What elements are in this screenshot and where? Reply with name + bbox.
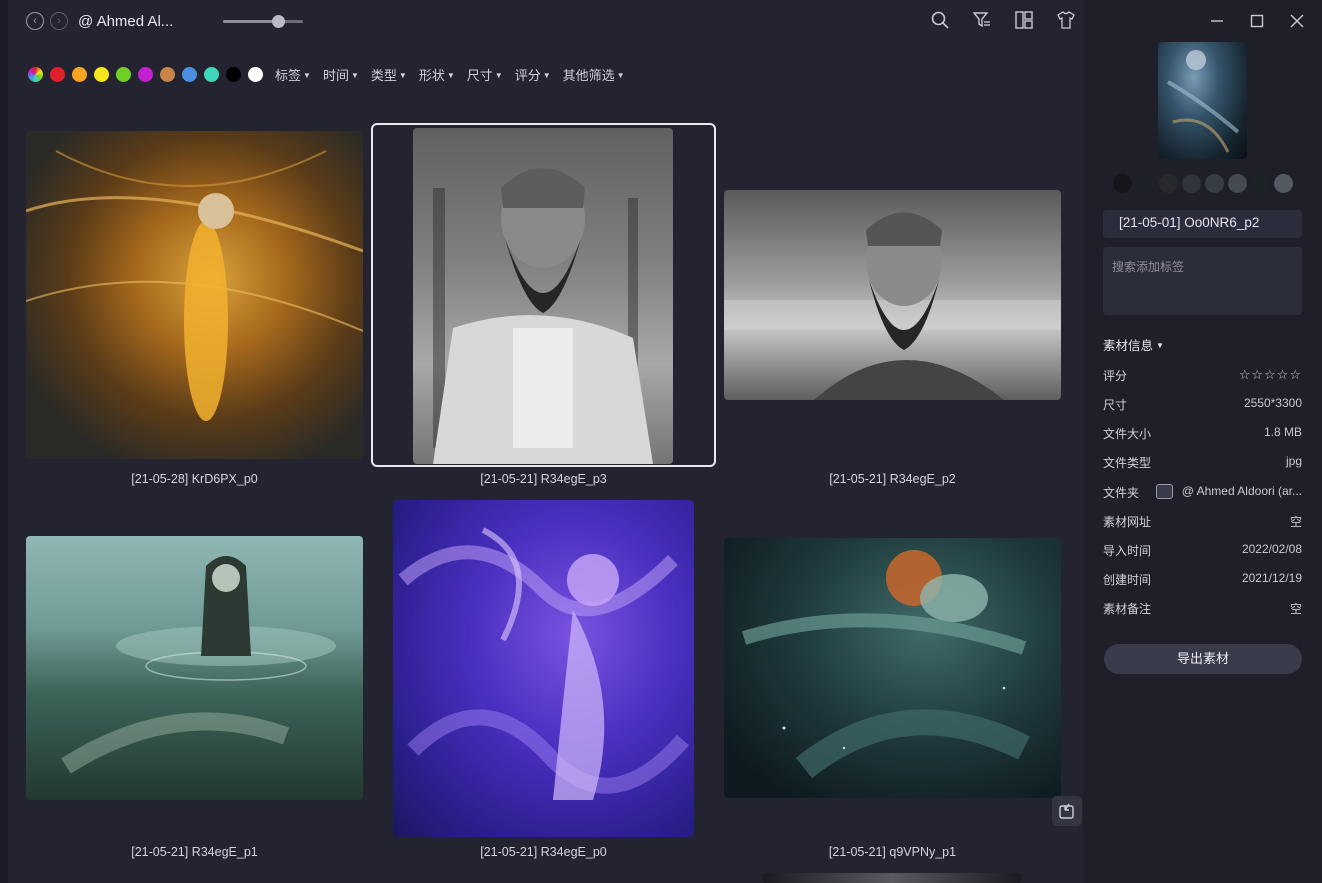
forward-button[interactable]: › xyxy=(50,12,68,30)
tag-search-field[interactable]: 搜索添加标签 xyxy=(1103,247,1302,315)
filter-bar: 标签 ▼ 时间 ▼ 类型 ▼ 形状 ▼ 尺寸 ▼ 评分 ▼ 其他筛选 ▼ xyxy=(28,64,632,84)
zoom-slider-knob[interactable] xyxy=(271,15,285,28)
top-bar: ‹ › @ Ahmed Al... xyxy=(26,8,1076,36)
rating-stars[interactable]: ☆☆☆☆☆ xyxy=(1239,367,1302,383)
export-button[interactable]: 导出素材 xyxy=(1104,644,1302,674)
palette-swatch[interactable] xyxy=(1205,174,1224,193)
folder-link[interactable]: @ Ahmed Aldoori (ar... xyxy=(1182,484,1302,498)
asset-name-field[interactable]: [21-05-01] Oo0NR6_p2 xyxy=(1103,210,1302,238)
search-icon[interactable] xyxy=(930,10,950,30)
shirt-icon[interactable] xyxy=(1056,10,1076,30)
white-color-swatch[interactable] xyxy=(248,66,263,82)
caption-item-5: [21-05-21] R34egE_p0 xyxy=(480,845,607,859)
filter-icon[interactable] xyxy=(972,10,992,30)
filter-type[interactable]: 类型 ▼ xyxy=(371,65,407,84)
info-row-size: 尺寸 2550*3300 xyxy=(1103,396,1302,412)
purple-color-swatch[interactable] xyxy=(138,66,153,82)
zoom-slider-fill xyxy=(223,20,279,23)
palette-swatch[interactable] xyxy=(1159,174,1178,193)
thumbnail-mermaid-underwater[interactable] xyxy=(724,538,1061,798)
maximize-icon[interactable] xyxy=(1248,12,1266,30)
thumbnail-octopus-woman[interactable] xyxy=(393,500,694,837)
main-area: ‹ › @ Ahmed Al... 标签 ▼ 时间 ▼ 类型 ▼ 形状 ▼ 尺寸… xyxy=(0,0,1083,883)
selected-preview-image xyxy=(1158,42,1247,159)
info-row-folder: 文件夹 @ Ahmed Aldoori (ar... xyxy=(1103,484,1302,500)
filter-size[interactable]: 尺寸 ▼ xyxy=(467,65,503,84)
zoom-slider[interactable] xyxy=(223,15,303,28)
info-row-import-time: 导入时间 2022/02/08 xyxy=(1103,542,1302,558)
red-color-swatch[interactable] xyxy=(50,66,65,82)
blue-color-swatch[interactable] xyxy=(182,66,197,82)
folder-title[interactable]: @ Ahmed Al... xyxy=(78,13,173,30)
palette-swatch[interactable] xyxy=(1113,174,1132,193)
caption-item-3: [21-05-21] R34egE_p2 xyxy=(829,472,956,486)
info-row-rating: 评分 ☆☆☆☆☆ xyxy=(1103,367,1302,383)
filter-time[interactable]: 时间 ▼ xyxy=(323,65,359,84)
filter-shape[interactable]: 形状 ▼ xyxy=(419,65,455,84)
thumbnail-partial-next-row[interactable] xyxy=(762,873,1022,883)
import-float-button[interactable] xyxy=(1052,796,1082,826)
palette-swatch[interactable] xyxy=(1136,174,1155,193)
filter-rating[interactable]: 评分 ▼ xyxy=(515,65,551,84)
thumbnail-bearded-man-sketch[interactable] xyxy=(413,128,673,464)
caption-item-1: [21-05-28] KrD6PX_p0 xyxy=(131,472,258,486)
inspector-panel: [21-05-01] Oo0NR6_p2 搜索添加标签 素材信息 ▼ 评分 ☆☆☆… xyxy=(1083,0,1322,883)
info-row-url: 素材网址 空 xyxy=(1103,515,1302,529)
import-icon xyxy=(1059,803,1074,819)
filter-other[interactable]: 其他筛选 ▼ xyxy=(563,65,625,84)
filter-tags[interactable]: 标签 ▼ xyxy=(275,65,311,84)
palette-swatch[interactable] xyxy=(1251,174,1270,193)
info-row-created-time: 创建时间 2021/12/19 xyxy=(1103,571,1302,587)
palette-swatch[interactable] xyxy=(1274,174,1293,193)
black-color-swatch[interactable] xyxy=(226,66,241,82)
info-section-toggle[interactable]: 素材信息 ▼ xyxy=(1103,335,1164,354)
info-row-filetype: 文件类型 jpg xyxy=(1103,454,1302,470)
green-color-swatch[interactable] xyxy=(116,66,131,82)
palette-swatch[interactable] xyxy=(1182,174,1201,193)
caption-item-4: [21-05-21] R34egE_p1 xyxy=(131,845,258,859)
info-row-filesize: 文件大小 1.8 MB xyxy=(1103,425,1302,441)
minimize-icon[interactable] xyxy=(1208,12,1226,30)
back-button[interactable]: ‹ xyxy=(26,12,44,30)
palette-swatch[interactable] xyxy=(1228,174,1247,193)
brown-color-swatch[interactable] xyxy=(160,66,175,82)
color-palette xyxy=(1113,174,1293,193)
close-icon[interactable] xyxy=(1288,12,1306,30)
layout-icon[interactable] xyxy=(1014,10,1034,30)
caption-item-2: [21-05-21] R34egE_p3 xyxy=(480,472,607,486)
yellow-color-swatch[interactable] xyxy=(94,66,109,82)
thumbnail-mermaid-in-water[interactable] xyxy=(26,536,363,800)
folder-icon xyxy=(1156,484,1173,499)
teal-color-swatch[interactable] xyxy=(204,66,219,82)
caption-item-6: [21-05-21] q9VPNy_p1 xyxy=(828,845,957,859)
all-colors-swatch[interactable] xyxy=(28,66,43,82)
orange-color-swatch[interactable] xyxy=(72,66,87,82)
thumbnail-mermaid-golden[interactable] xyxy=(26,131,363,459)
thumbnail-bearded-man-landscape[interactable] xyxy=(724,190,1061,400)
info-row-note: 素材备注 空 xyxy=(1103,602,1302,616)
